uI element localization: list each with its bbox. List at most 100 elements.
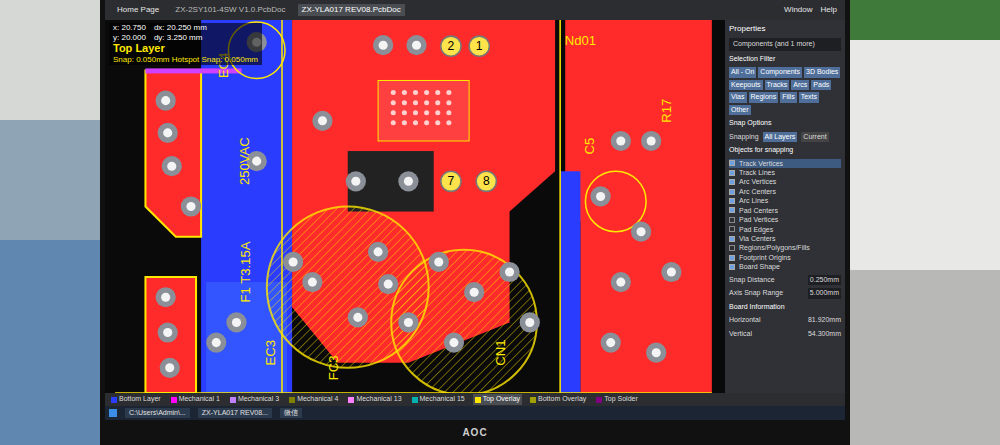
snap-object-row[interactable]: Arc Centers: [729, 187, 841, 196]
checkbox[interactable]: [729, 198, 735, 204]
taskbar: C:\Users\Admin\... ZX-YLA017 REV08... 微信: [105, 406, 845, 420]
layer-tab[interactable]: Bottom Layer: [109, 394, 163, 405]
filter-button[interactable]: Tracks: [765, 80, 790, 91]
layer-color-swatch: [230, 397, 236, 403]
snap-object-row[interactable]: Track Lines: [729, 168, 841, 177]
layer-color-swatch: [475, 397, 481, 403]
snap-object-row[interactable]: Arc Vertices: [729, 177, 841, 186]
silkscreen-label: 250VAC: [237, 137, 252, 185]
layer-tab[interactable]: Mechanical 13: [346, 394, 403, 405]
screen: Home Page ZX-2SY101-4SW V1.0.PcbDoc ZX-YLA…: [105, 0, 845, 420]
layer-tab[interactable]: Top Solder: [594, 394, 639, 405]
silkscreen-label: EC3: [263, 340, 278, 365]
checkbox[interactable]: [729, 245, 735, 251]
snap-object-row[interactable]: Regions/Polygons/Fills: [729, 243, 841, 252]
brand-logo: AOC: [462, 425, 487, 440]
snap-object-row[interactable]: Board Shape: [729, 262, 841, 271]
office-left: [0, 0, 100, 445]
taskbar-item[interactable]: C:\Users\Admin\...: [125, 408, 190, 419]
layer-tab[interactable]: Mechanical 4: [287, 394, 340, 405]
silkscreen-label: Nd01: [565, 33, 596, 48]
pcb-canvas[interactable]: 2178EC4250VACF1 T3.15AEC3FC3C5R17Nd01CN1…: [105, 20, 725, 393]
filter-button[interactable]: Pads: [811, 80, 831, 91]
document-tab[interactable]: ZX-2SY101-4SW V1.0.PcbDoc: [171, 4, 289, 16]
silkscreen-label: CN1: [492, 340, 507, 366]
menu-item[interactable]: Help: [821, 4, 837, 16]
checkbox[interactable]: [729, 170, 735, 176]
snap-field[interactable]: Snap Distance0.250mm: [729, 275, 841, 286]
snap-object-row[interactable]: Pad Edges: [729, 225, 841, 234]
snap-object-row[interactable]: Arc Lines: [729, 196, 841, 205]
layer-tab[interactable]: Mechanical 15: [410, 394, 467, 405]
numbered-pad[interactable]: 8: [476, 171, 496, 191]
layer-color-swatch: [111, 397, 117, 403]
document-tab[interactable]: ZX-YLA017 REV08.PcbDoc: [298, 4, 405, 16]
filter-button[interactable]: All - On: [729, 67, 756, 78]
taskbar-item[interactable]: 微信: [280, 408, 302, 419]
checkbox[interactable]: [729, 226, 735, 232]
layer-tab[interactable]: Top Overlay: [473, 394, 522, 405]
checkbox[interactable]: [729, 189, 735, 195]
numbered-pad[interactable]: 2: [441, 36, 461, 56]
silkscreen-label: C5: [581, 138, 596, 155]
start-icon[interactable]: [109, 409, 117, 417]
svg-text:7: 7: [448, 174, 455, 188]
board-info-row: Vertical54.300mm: [729, 329, 841, 340]
snap-object-row[interactable]: Pad Centers: [729, 206, 841, 215]
filter-button[interactable]: Components: [758, 67, 802, 78]
snap-object-row[interactable]: Footprint Origins: [729, 253, 841, 262]
filter-button[interactable]: Regions: [749, 92, 779, 103]
layer-color-swatch: [596, 397, 602, 403]
menu-item[interactable]: Window: [784, 4, 812, 16]
layer-tab[interactable]: Bottom Overlay: [528, 394, 588, 405]
checkbox[interactable]: [729, 255, 735, 261]
filter-field[interactable]: Components (and 1 more): [729, 38, 841, 51]
numbered-pad[interactable]: 7: [441, 171, 461, 191]
snap-object-row[interactable]: Pad Vertices: [729, 215, 841, 224]
checkbox[interactable]: [729, 264, 735, 270]
layer-color-swatch: [289, 397, 295, 403]
monitor: Home Page ZX-2SY101-4SW V1.0.PcbDoc ZX-YLA…: [100, 0, 850, 445]
checkbox[interactable]: [729, 179, 735, 185]
layer-tab[interactable]: Mechanical 3: [228, 394, 281, 405]
checkbox[interactable]: [729, 207, 735, 213]
snap-object-row[interactable]: Track Vertices: [729, 159, 841, 168]
snap-object-row[interactable]: Via Centers: [729, 234, 841, 243]
svg-text:2: 2: [448, 39, 455, 53]
layer-color-swatch: [348, 397, 354, 403]
filter-button[interactable]: Fills: [780, 92, 796, 103]
pcb-drawing: 2178EC4250VACF1 T3.15AEC3FC3C5R17Nd01CN1: [105, 20, 725, 393]
filter-button[interactable]: Other: [729, 105, 751, 116]
silkscreen-label: FC3: [326, 355, 341, 380]
filter-button[interactable]: Keepouts: [729, 80, 763, 91]
filter-button[interactable]: Texts: [799, 92, 819, 103]
snap-mode[interactable]: All Layers: [763, 132, 798, 143]
filter-button[interactable]: Arcs: [791, 80, 809, 91]
layer-color-swatch: [171, 397, 177, 403]
board-info-row: Horizontal81.920mm: [729, 315, 841, 326]
filter-button[interactable]: Vias: [729, 92, 747, 103]
snap-field[interactable]: Axis Snap Range5.000mm: [729, 288, 841, 299]
properties-panel: PropertiesComponents (and 1 more)Selecti…: [725, 20, 845, 393]
numbered-pad[interactable]: 1: [469, 36, 489, 56]
photo-scene: Home Page ZX-2SY101-4SW V1.0.PcbDoc ZX-YLA…: [0, 0, 1000, 445]
filter-button[interactable]: 3D Bodies: [804, 67, 840, 78]
layer-color-swatch: [412, 397, 418, 403]
office-right: [850, 0, 1000, 445]
taskbar-item[interactable]: ZX-YLA017 REV08...: [198, 408, 272, 419]
monitor-bezel-bottom: AOC: [105, 420, 845, 445]
panel-title: Properties: [729, 23, 841, 35]
svg-text:1: 1: [476, 39, 483, 53]
checkbox[interactable]: [729, 160, 735, 166]
snap-mode[interactable]: Current: [801, 132, 828, 143]
title-bar: Home Page ZX-2SY101-4SW V1.0.PcbDoc ZX-YLA…: [105, 0, 845, 20]
layer-tab-bar: Bottom Layer Mechanical 1 Mechanical 3 Mech…: [105, 393, 845, 406]
checkbox[interactable]: [729, 217, 735, 223]
layer-tab[interactable]: Mechanical 1: [169, 394, 222, 405]
svg-text:8: 8: [483, 174, 490, 188]
silkscreen-label: R17: [659, 99, 674, 123]
silkscreen-label: F1 T3.15A: [238, 241, 253, 302]
home-tab[interactable]: Home Page: [113, 4, 163, 16]
layer-color-swatch: [530, 397, 536, 403]
checkbox[interactable]: [729, 236, 735, 242]
